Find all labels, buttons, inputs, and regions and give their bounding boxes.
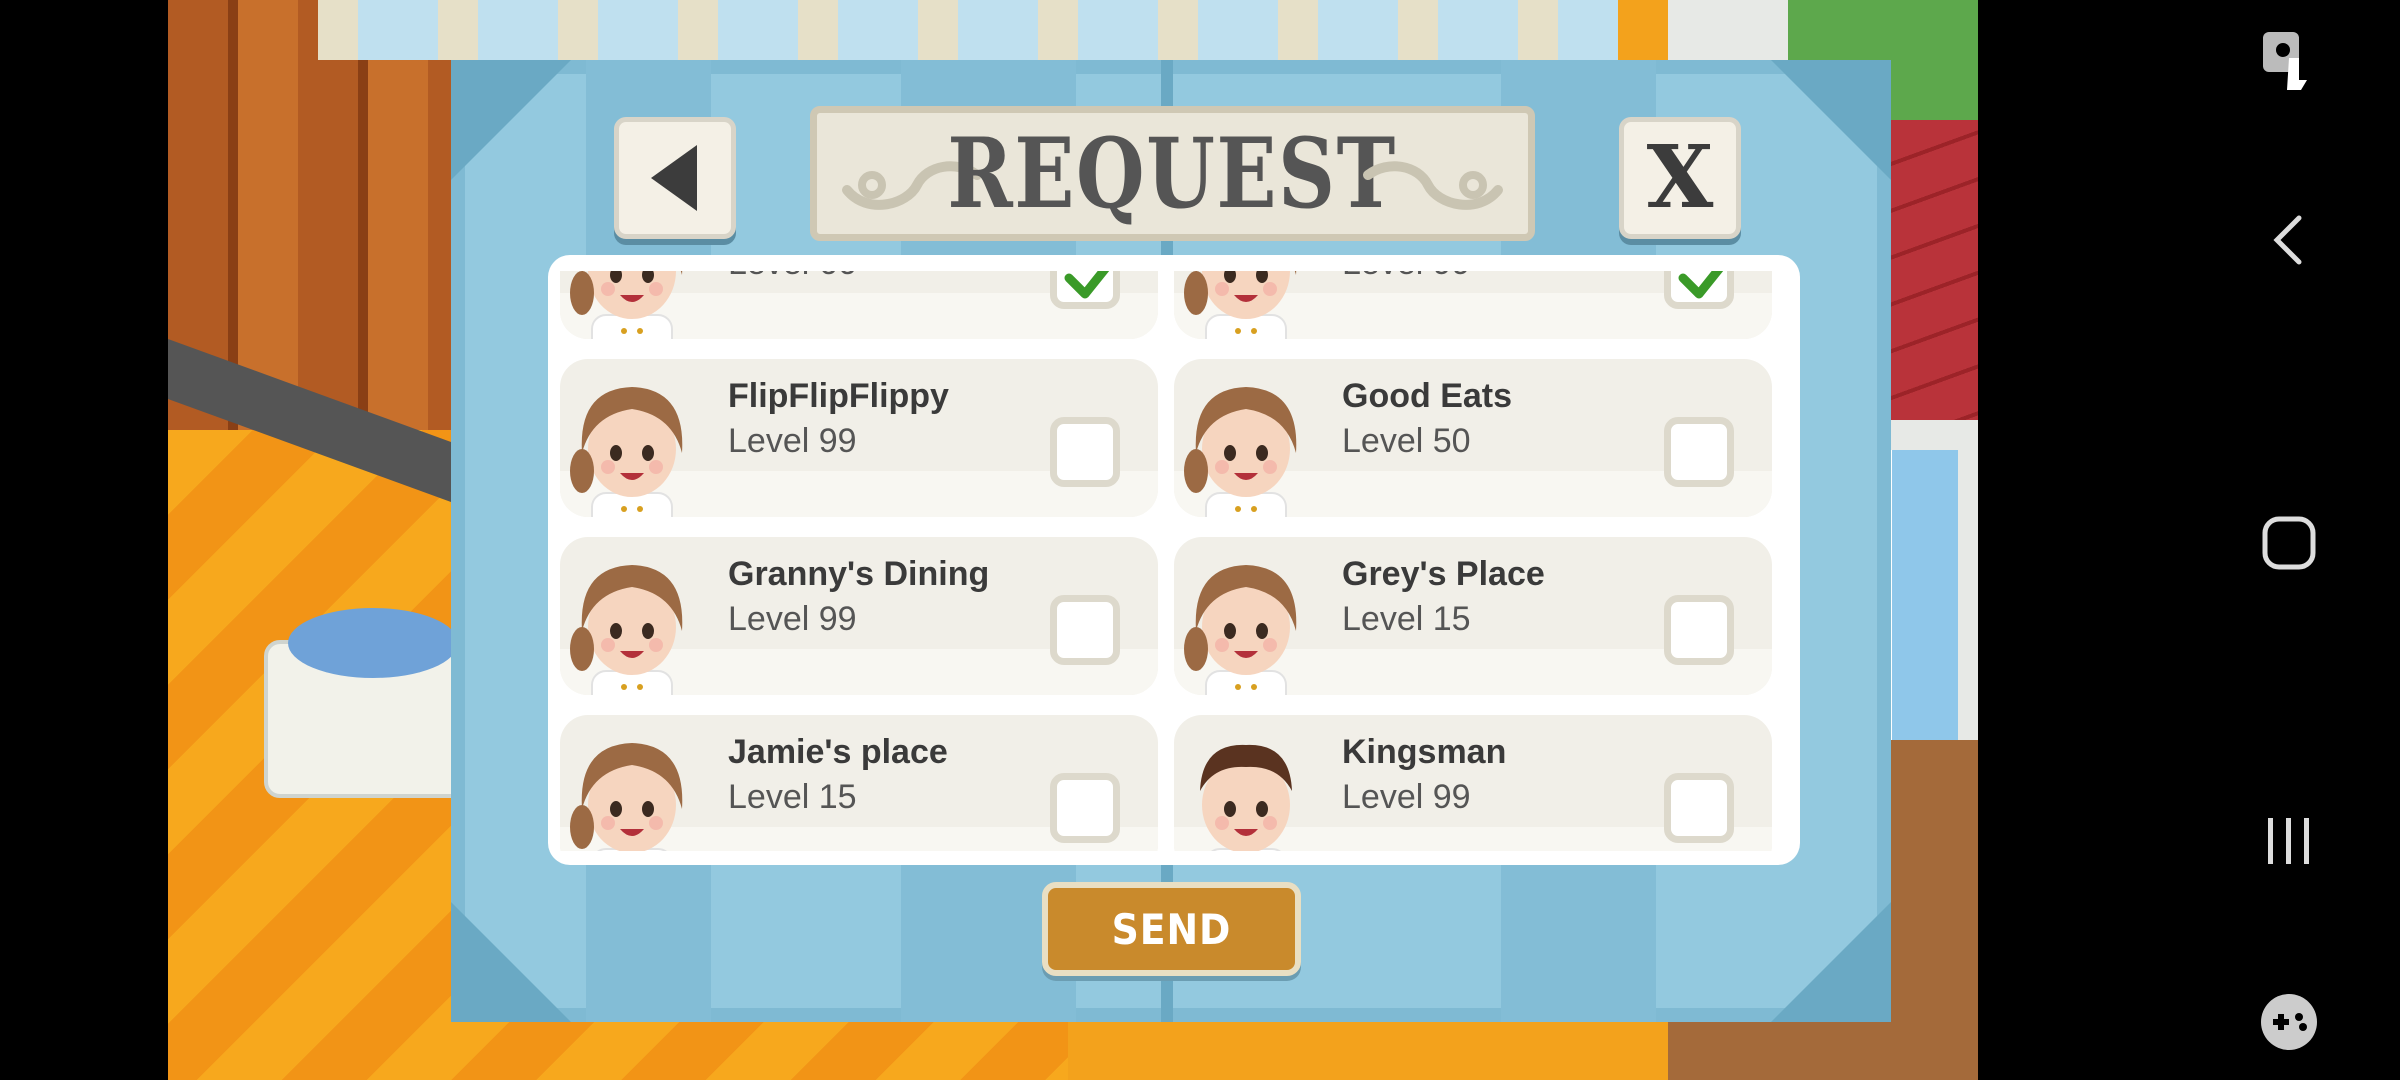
friend-level: Level 66: [728, 271, 857, 283]
friend-card[interactable]: Good Eats Level 50: [1174, 359, 1772, 517]
back-button[interactable]: [614, 117, 736, 239]
friend-name: Kingsman: [1342, 733, 1507, 771]
chef-girl-avatar-icon: [568, 731, 696, 851]
checkmark-icon: [1678, 271, 1724, 299]
back-icon[interactable]: [2178, 212, 2400, 268]
friend-checkbox[interactable]: [1050, 417, 1120, 487]
send-button[interactable]: SEND: [1042, 882, 1301, 976]
title-plate: REQUEST: [810, 106, 1535, 241]
friend-level: Level 99: [728, 600, 857, 638]
chef-girl-avatar-icon: [568, 271, 696, 339]
friend-checkbox[interactable]: [1664, 271, 1734, 309]
friend-level: Level 15: [1342, 600, 1471, 638]
friend-card[interactable]: Jamie's place Level 15: [560, 715, 1158, 851]
friend-level: Level 50: [1342, 422, 1471, 460]
close-button[interactable]: X: [1619, 117, 1741, 239]
friend-checkbox[interactable]: [1664, 595, 1734, 665]
friend-level: Level 15: [728, 778, 857, 816]
kitchen-counter: [318, 0, 1618, 60]
chef-girl-avatar-icon: [1182, 271, 1310, 339]
friend-level: Level 99: [1342, 778, 1471, 816]
friend-card[interactable]: Level 99: [1174, 271, 1772, 339]
friend-list[interactable]: Level 66 Level 99 FlipFlipFlippy Level 99 Go…: [548, 255, 1800, 865]
chef-girl-avatar-icon: [1182, 553, 1310, 695]
send-button-label: SEND: [1111, 904, 1232, 954]
friend-checkbox[interactable]: [1664, 773, 1734, 843]
friend-checkbox[interactable]: [1050, 271, 1120, 309]
friend-name: Grey's Place: [1342, 555, 1545, 593]
recents-icon[interactable]: [2178, 814, 2400, 868]
friend-card[interactable]: Granny's Dining Level 99: [560, 537, 1158, 695]
chef-girl-avatar-icon: [568, 553, 696, 695]
dialog-title: REQUEST: [947, 117, 1398, 230]
food-plate: [288, 608, 458, 678]
system-nav-bar: [2178, 0, 2400, 1080]
friend-checkbox[interactable]: [1050, 773, 1120, 843]
chef-boy-avatar-icon: [1182, 731, 1310, 851]
chef-girl-avatar-icon: [568, 375, 696, 517]
friend-name: Jamie's place: [728, 733, 948, 771]
checkmark-icon: [1064, 271, 1110, 299]
friend-card[interactable]: Grey's Place Level 15: [1174, 537, 1772, 695]
friend-name: FlipFlipFlippy: [728, 377, 949, 415]
friend-level: Level 99: [728, 422, 857, 460]
friend-name: Good Eats: [1342, 377, 1513, 415]
friend-card[interactable]: Level 66: [560, 271, 1158, 339]
friend-card[interactable]: FlipFlipFlippy Level 99: [560, 359, 1158, 517]
friend-name: Granny's Dining: [728, 555, 990, 593]
home-icon[interactable]: [2178, 514, 2400, 572]
game-launcher-icon[interactable]: [2178, 990, 2400, 1054]
friend-list-viewport: Level 66 Level 99 FlipFlipFlippy Level 99 Go…: [560, 271, 1772, 851]
friend-card[interactable]: Kingsman Level 99: [1174, 715, 1772, 851]
friend-checkbox[interactable]: [1664, 417, 1734, 487]
friend-level: Level 99: [1342, 271, 1471, 283]
friend-checkbox[interactable]: [1050, 595, 1120, 665]
screen-touch-icon[interactable]: [2178, 28, 2400, 92]
close-icon: X: [1646, 127, 1714, 228]
flourish-icon: [1363, 161, 1503, 210]
request-dialog: REQUEST X Level 66Level 99FlipFlipFlippy…: [451, 60, 1891, 1022]
triangle-left-icon: [651, 145, 697, 211]
chef-girl-avatar-icon: [1182, 375, 1310, 517]
